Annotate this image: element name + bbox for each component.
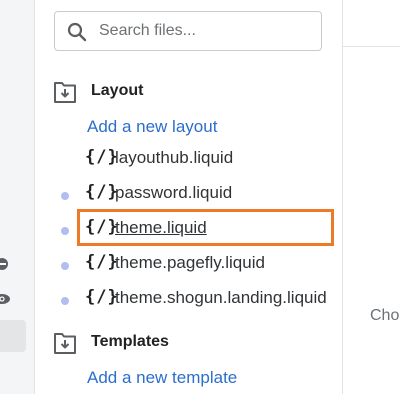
liquid-file-icon: {/} xyxy=(85,217,119,237)
unsaved-dot-icon xyxy=(61,192,69,200)
file-name[interactable]: layouthub.liquid xyxy=(115,148,233,168)
search-icon xyxy=(67,22,87,42)
editor-top-bar xyxy=(343,0,400,47)
search-input[interactable] xyxy=(99,18,309,44)
unsaved-dot-icon xyxy=(61,262,69,270)
search-box[interactable] xyxy=(54,11,322,51)
editor-hint-text: Cho xyxy=(370,307,400,324)
file-name[interactable]: theme.shogun.landing.liquid xyxy=(115,288,327,308)
liquid-file-icon: {/} xyxy=(85,252,119,272)
folder-download-icon xyxy=(54,333,76,354)
file-item[interactable]: {/} theme.shogun.landing.liquid xyxy=(61,287,342,315)
left-gutter-panel xyxy=(0,0,35,394)
gutter-selected-row[interactable] xyxy=(0,320,26,352)
file-item[interactable]: {/} layouthub.liquid xyxy=(61,147,342,175)
file-item[interactable]: {/} theme.liquid xyxy=(61,217,342,245)
minus-circle-icon[interactable] xyxy=(0,257,10,271)
eye-icon[interactable] xyxy=(0,292,10,306)
file-name[interactable]: theme.liquid xyxy=(115,218,207,238)
liquid-file-icon: {/} xyxy=(85,287,119,307)
add-template-link[interactable]: Add a new template xyxy=(87,368,237,388)
unsaved-dot-icon xyxy=(61,297,69,305)
file-item[interactable]: {/} password.liquid xyxy=(61,182,342,210)
liquid-file-icon: {/} xyxy=(85,182,119,202)
file-sidebar: Layout Add a new layout {/}layouthub.liq… xyxy=(35,0,343,394)
file-name[interactable]: password.liquid xyxy=(115,183,232,203)
folder-download-icon xyxy=(54,82,76,103)
section-title: Layout xyxy=(91,82,144,99)
file-name[interactable]: theme.pagefly.liquid xyxy=(115,253,265,273)
unsaved-dot-icon xyxy=(61,227,69,235)
liquid-file-icon: {/} xyxy=(85,147,119,167)
file-item[interactable]: {/} theme.pagefly.liquid xyxy=(61,252,342,280)
section-title: Templates xyxy=(91,333,169,350)
editor-area: Cho xyxy=(343,0,400,394)
add-layout-link[interactable]: Add a new layout xyxy=(87,117,217,137)
